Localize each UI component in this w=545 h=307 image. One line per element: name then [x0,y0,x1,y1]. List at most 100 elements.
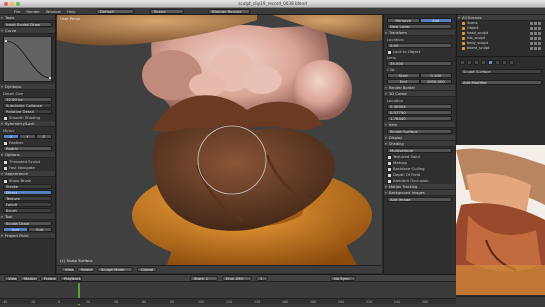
background-images-title[interactable]: Background Images [384,190,455,196]
orientation-select[interactable]: Global [137,267,157,272]
scene-select[interactable]: Scene [150,9,184,14]
timeline-view-menu[interactable]: View [4,276,18,281]
ambient-occlusion-checkbox[interactable]: Ambient Occlusion [387,178,452,184]
visibility-icons[interactable] [530,27,542,30]
render-tab-icon[interactable] [460,60,465,65]
select-menu[interactable]: Select [77,267,95,272]
smooth-shading-checkbox[interactable]: Smooth Shading [3,115,52,121]
new-layer-button[interactable]: New Layer [387,24,452,29]
mirror-z-toggle[interactable]: Z [35,134,52,139]
tool-panel-title[interactable]: Tool [0,214,55,220]
visibility-icons[interactable] [530,47,542,50]
falloff-field[interactable]: Falloff [3,202,52,207]
cursor-z-field[interactable]: 1.76440 [387,116,452,121]
material-tab-icon[interactable] [502,60,507,65]
falloff-curve-editor[interactable] [3,36,52,82]
project-paint-title[interactable]: Project Paint [0,233,55,239]
add-image-button[interactable]: Add Image [387,197,452,202]
texture-field[interactable]: Texture [3,196,52,201]
textured-solid-checkbox[interactable]: Textured Solid [387,154,452,160]
tick-label: 20 [86,300,91,304]
location-field[interactable]: 0.00 [387,43,452,48]
visibility-icons[interactable] [530,37,542,40]
outliner-item-label: Object [467,26,479,30]
appearance-panel-title[interactable]: Appearance [0,171,55,177]
multisample-select[interactable]: Multisample [387,148,452,153]
add-button[interactable]: Add [419,18,452,23]
data-tab-icon[interactable] [495,60,500,65]
sync-select[interactable]: No Sync [330,276,356,281]
mirror-x-toggle[interactable]: X [3,134,20,139]
sculpt-draw-field[interactable]: Sculpt Draw [3,221,52,226]
show-brush-checkbox[interactable]: Show Brush [3,178,52,184]
stroke-field[interactable]: Stroke [3,184,52,189]
outliner-item[interactable]: beard_sculpt [457,46,545,51]
brush-selector[interactable]: Input Sculpt Draw [3,22,52,27]
end-frame-field[interactable]: End: 250 [222,276,252,281]
layout-select[interactable]: Default [96,9,134,14]
outliner-item-label: head_sculpt [467,31,489,35]
current-frame-field[interactable]: 1 [256,276,268,281]
cursor-x-field[interactable]: 0.30004 [387,104,452,109]
clip-start-label: Start [387,73,420,78]
direct-field[interactable]: Direct [3,190,52,195]
item-name-field[interactable]: Sculpt Surface [387,129,452,134]
menu-window[interactable]: Window [46,9,61,14]
lock-object-checkbox[interactable]: Lock to Object [387,49,452,55]
visibility-icons[interactable] [530,32,542,35]
object-name-field[interactable]: Sculpt Surface [460,69,542,74]
visibility-icons[interactable] [530,22,542,25]
clip-end-field[interactable]: 1000.000 [419,79,452,84]
tick-label: 260 [422,300,429,304]
texture-tab-icon[interactable] [509,60,514,65]
depth-of-field-checkbox[interactable]: Depth Of Field [387,172,452,178]
subdivide-select[interactable]: Subdivide Collapse [3,103,52,108]
start-frame-field[interactable]: Start: 1 [190,276,218,281]
threaded-sculpt-checkbox[interactable]: Threaded Sculpt [3,159,52,165]
lens-field[interactable]: 35.000 [387,61,452,66]
menu-file[interactable]: File [14,9,20,14]
menu-render[interactable]: Render [26,9,40,14]
world-tab-icon[interactable] [474,60,479,65]
dyntopo-panel-title[interactable]: Dyntopo [0,84,55,90]
tools-header[interactable]: Tools [0,15,55,21]
transform-title[interactable]: Transform [384,30,455,36]
mode-select[interactable]: Sculpt Mode [97,267,133,272]
relative-detail-select[interactable]: Relative Detail [3,109,52,114]
add-toggle[interactable]: Add [3,227,28,232]
sculpt-model-render [57,15,382,265]
curve-panel-title[interactable]: Curve [0,28,55,34]
render-engine-select[interactable]: Blender Render [208,9,250,14]
remove-button[interactable]: Remove [387,18,420,23]
mirror-y-toggle[interactable]: Y [19,134,36,139]
detail-size-field[interactable]: 12.00 px [3,97,52,102]
item-title[interactable]: Item [384,122,455,128]
scene-tab-icon[interactable] [467,60,472,65]
add-modifier-button[interactable]: Add Modifier [460,80,542,85]
visibility-icons[interactable] [530,42,542,45]
3d-viewport[interactable]: User Persp (1) Scalp Surface View Select… [57,15,382,273]
clip-start-field[interactable]: 0.100 [419,73,452,78]
symmetry-panel-title[interactable]: Symmetry/Lock [0,121,55,127]
object-tab-icon[interactable] [481,60,486,65]
view-menu[interactable]: View [61,267,75,272]
fast-navigate-checkbox[interactable]: Fast Navigate [3,165,52,171]
menu-help[interactable]: Help [67,9,76,14]
sub-toggle[interactable]: Sub [27,227,52,232]
cursor-y-field[interactable]: 0.07750 [387,110,452,115]
radial-field[interactable]: Radial [3,146,52,151]
modifier-tab-icon[interactable] [488,60,493,65]
backface-culling-checkbox[interactable]: Backface Culling [387,166,452,172]
brush-field[interactable]: Brush [3,208,52,213]
options-panel-title[interactable]: Options [0,152,55,158]
blender-window: sculpt_clip19_record_0038.blend File Ren… [0,0,545,307]
3d-cursor-title[interactable]: 3D Cursor [384,91,455,97]
feather-checkbox[interactable]: Feather [3,140,52,146]
shading-title[interactable]: Shading [384,141,455,147]
matcap-checkbox[interactable]: Matcap [387,160,452,166]
timeline-marker-menu[interactable]: Marker [20,276,38,281]
timeline-playback-menu[interactable]: Playback [60,276,82,281]
window-title: sculpt_clip19_record_0038.blend [238,1,307,6]
timeline-ruler[interactable]: -40 -20 0 20 40 60 80 100 120 140 160 18… [0,298,456,304]
timeline-frame-menu[interactable]: Frame [40,276,58,281]
